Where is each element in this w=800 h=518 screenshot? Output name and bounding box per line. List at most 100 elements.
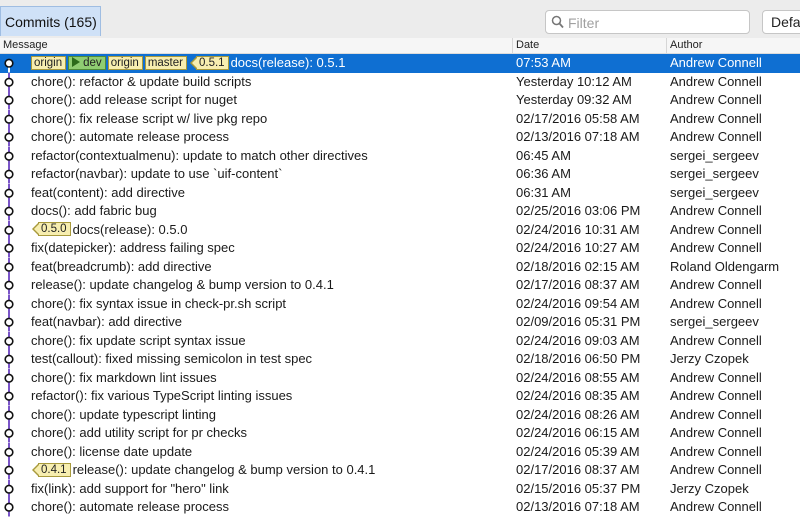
commit-message: fix(link): add support for "hero" link <box>31 480 229 496</box>
ref-text: origin <box>110 56 139 69</box>
column-divider[interactable] <box>666 38 667 53</box>
tag-label: 0.4.1 <box>32 462 71 477</box>
commit-author: Jerzy Czopek <box>670 480 749 496</box>
remote-ref-label: origin <box>31 55 67 70</box>
commit-message: chore(): fix syntax issue in check-pr.sh… <box>31 295 287 311</box>
commit-graph-node <box>4 146 14 165</box>
commit-message: refactor(contextualmenu): update to matc… <box>31 147 368 163</box>
commit-row[interactable]: feat(navbar): add directive 02/09/2016 05… <box>0 313 800 332</box>
commit-message: chore(): refactor & update build scripts <box>31 73 252 89</box>
column-divider[interactable] <box>512 38 513 53</box>
commit-message: chore(): fix release script w/ live pkg … <box>31 110 268 126</box>
commit-message-cell: refactor(navbar): update to use `uif-con… <box>31 165 510 184</box>
commit-message-cell: refactor(): fix various TypeScript linti… <box>31 387 510 406</box>
default-dropdown-button[interactable]: Defau <box>762 10 800 34</box>
commit-message-cell: docs(): add fabric bug <box>31 202 510 221</box>
commit-graph-node <box>4 479 14 498</box>
commit-row[interactable]: chore(): fix markdown lint issues 02/24/2… <box>0 368 800 388</box>
commit-date: 02/25/2016 03:06 PM <box>516 203 641 218</box>
commit-row[interactable]: fix(link): add support for "hero" link 02… <box>0 479 800 498</box>
commit-date: 02/24/2016 10:27 AM <box>516 240 640 255</box>
commit-author: Andrew Connell <box>670 406 762 422</box>
commit-row[interactable]: chore(): add utility script for pr check… <box>0 424 800 443</box>
commit-date: 02/24/2016 09:03 AM <box>516 332 640 348</box>
commit-row[interactable]: chore(): refactor & update build scripts… <box>0 72 800 92</box>
ref-text: 0.5.0 <box>41 223 67 236</box>
commit-message: chore(): automate release process <box>31 129 229 144</box>
column-message[interactable]: Message <box>3 39 48 51</box>
commit-message: feat(breadcrumb): add directive <box>31 258 212 274</box>
commit-author: sergei_sergeev <box>670 184 759 200</box>
commit-message-cell: fix(datepicker): address failing spec <box>31 239 510 258</box>
commit-date: 06:45 AM <box>516 147 571 163</box>
commit-message: refactor(navbar): update to use `uif-con… <box>31 166 283 181</box>
commit-date: 02/24/2016 08:35 AM <box>516 388 640 403</box>
tag-label: 0.5.1 <box>190 55 229 70</box>
commit-message-cell: feat(content): add directive <box>31 184 510 203</box>
commit-row[interactable]: feat(breadcrumb): add directive 02/18/201… <box>0 257 800 277</box>
commit-message: chore(): automate release process <box>31 499 229 514</box>
toolbar: Commits (165) Defau <box>0 0 800 39</box>
commit-row[interactable]: chore(): license date update 02/24/2016 0… <box>0 442 800 461</box>
commit-graph-node <box>4 313 14 332</box>
commit-graph-node <box>4 405 14 424</box>
ref-text: origin <box>34 56 63 69</box>
commit-message-cell: chore(): add release script for nuget <box>31 91 510 110</box>
commit-row[interactable]: refactor(contextualmenu): update to matc… <box>0 146 800 166</box>
commit-row[interactable]: chore(): automate release process 02/13/2… <box>0 498 800 517</box>
column-date[interactable]: Date <box>516 39 539 51</box>
commit-message-cell: chore(): automate release process <box>31 498 510 517</box>
commit-list: origin dev origin master 0.5.1 docs(release):… <box>0 54 800 517</box>
commit-row[interactable]: release(): update changelog & bump versi… <box>0 276 800 295</box>
commit-row[interactable]: docs(): add fabric bug 02/25/2016 03:06 P… <box>0 202 800 221</box>
commit-graph-node <box>4 276 14 295</box>
commit-row[interactable]: 0.5.0 docs(release): 0.5.0 02/24/2016 10:3… <box>0 220 800 240</box>
commit-graph-node <box>4 387 14 406</box>
commit-date: 02/17/2016 08:37 AM <box>516 462 640 477</box>
commit-date: 02/09/2016 05:31 PM <box>516 314 641 329</box>
commit-row[interactable]: chore(): update typescript linting 02/24/… <box>0 405 800 424</box>
commit-row[interactable]: test(callout): fixed missing semicolon i… <box>0 350 800 369</box>
commit-row[interactable]: chore(): automate release process 02/13/2… <box>0 128 800 147</box>
commit-date: 06:31 AM <box>516 184 571 200</box>
commit-row[interactable]: 0.4.1 release(): update changelog & bump … <box>0 461 800 480</box>
commit-message-cell: chore(): fix release script w/ live pkg … <box>31 110 510 129</box>
commit-message-cell: 0.4.1 release(): update changelog & bump … <box>31 461 510 480</box>
commit-row[interactable]: chore(): add release script for nuget Yes… <box>0 91 800 110</box>
commit-graph-node <box>4 331 14 350</box>
column-author[interactable]: Author <box>670 39 702 51</box>
commit-message: docs(release): 0.5.0 <box>72 221 188 237</box>
commit-row[interactable]: origin dev origin master 0.5.1 docs(release):… <box>0 54 800 73</box>
commit-author: Andrew Connell <box>670 203 762 218</box>
commit-author: Andrew Connell <box>670 443 762 459</box>
commit-author: Andrew Connell <box>670 240 762 255</box>
commit-row[interactable]: fix(datepicker): address failing spec 02/… <box>0 239 800 258</box>
filter-input[interactable] <box>566 13 750 33</box>
commit-message-cell: 0.5.0 docs(release): 0.5.0 <box>31 221 510 240</box>
commit-row[interactable]: refactor(navbar): update to use `uif-con… <box>0 165 800 184</box>
commit-date: Yesterday 10:12 AM <box>516 73 632 89</box>
commit-author: Andrew Connell <box>670 369 762 385</box>
tab-commits[interactable]: Commits (165) <box>0 6 101 36</box>
commit-message: chore(): update typescript linting <box>31 406 216 422</box>
commit-row[interactable]: feat(content): add directive 06:31 AM serg… <box>0 183 800 203</box>
commit-message-cell: refactor(contextualmenu): update to matc… <box>31 147 510 166</box>
commit-message: test(callout): fixed missing semicolon i… <box>31 351 313 366</box>
commit-row[interactable]: refactor(): fix various TypeScript linti… <box>0 387 800 406</box>
commit-row[interactable]: chore(): fix release script w/ live pkg … <box>0 109 800 129</box>
commit-row[interactable]: chore(): fix syntax issue in check-pr.sh… <box>0 294 800 313</box>
commit-date: 07:53 AM <box>516 55 571 70</box>
commit-author: sergei_sergeev <box>670 147 759 163</box>
commit-date: 02/24/2016 06:15 AM <box>516 425 640 440</box>
commit-row[interactable]: chore(): fix update script syntax issue 0… <box>0 331 800 350</box>
commit-message-cell: chore(): fix markdown lint issues <box>31 369 510 388</box>
commit-date: 02/24/2016 10:31 AM <box>516 221 640 237</box>
commit-author: Andrew Connell <box>670 221 762 237</box>
commit-author: Andrew Connell <box>670 55 762 70</box>
commit-date: 02/24/2016 05:39 AM <box>516 443 640 459</box>
filter-search-box[interactable] <box>545 10 750 34</box>
commit-author: Andrew Connell <box>670 499 762 514</box>
commit-message-cell: chore(): refactor & update build scripts <box>31 73 510 92</box>
commit-author: Roland Oldengarm <box>670 258 780 274</box>
commit-message-cell: feat(breadcrumb): add directive <box>31 258 510 277</box>
